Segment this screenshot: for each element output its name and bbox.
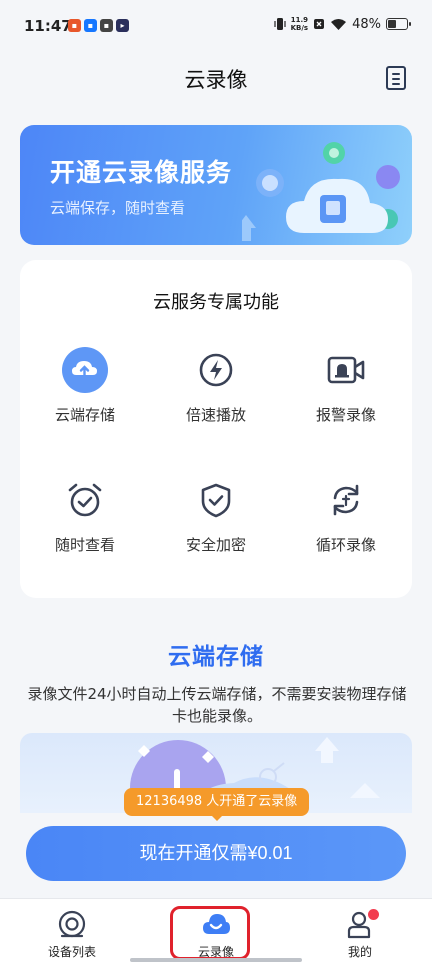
subscription-banner[interactable]: 开通云录像服务 云端保存，随时查看: [20, 125, 412, 245]
feature-cloud-storage[interactable]: 云端存储: [20, 346, 150, 456]
feature-label: 倍速播放: [185, 406, 246, 424]
feature-label: 随时查看: [54, 536, 115, 554]
feature-alarm-recording[interactable]: 报警录像: [281, 346, 411, 456]
home-indicator[interactable]: [130, 958, 302, 962]
lightning-icon: [192, 346, 240, 394]
banner-subtitle: 云端保存，随时查看: [50, 199, 186, 217]
features-card: 云服务专属功能 云端存储 倍速播放 报警录像 随时查看 安全加密 循环录像: [20, 260, 412, 598]
section-title: 云端存储: [168, 644, 264, 670]
vibrate-icon: [274, 18, 286, 30]
feature-label: 安全加密: [185, 536, 246, 554]
no-sim-icon: [314, 19, 325, 29]
battery-level: [388, 20, 397, 28]
app-notification-icon: ▪: [68, 19, 81, 32]
feature-security-encryption[interactable]: 安全加密: [151, 476, 281, 586]
status-bar: 11:47 ▪ ▪ ▪ ▸ 11.9 KB/s 48%: [0, 0, 432, 52]
tab-device-list[interactable]: 设备列表: [0, 899, 144, 964]
tab-profile[interactable]: 我的: [288, 899, 432, 964]
battery-icon: [386, 18, 411, 30]
alipay-notification-icon: ▪: [84, 19, 97, 32]
section-description: 录像文件24小时自动上传云端存储，不需要安装物理存储卡也能录像。: [27, 685, 407, 725]
cloud-illustration-icon: [242, 142, 400, 241]
network-speed: 11.9 KB/s: [290, 16, 309, 32]
notification-dot: [368, 909, 379, 920]
feature-view-anytime[interactable]: 随时查看: [20, 476, 150, 586]
feature-loop-recording[interactable]: 循环录像: [281, 476, 411, 586]
feature-speed-playback[interactable]: 倍速播放: [151, 346, 281, 456]
tab-label: 设备列表: [47, 945, 96, 959]
status-right: 11.9 KB/s 48%: [274, 16, 411, 32]
cycle-icon: [322, 476, 370, 524]
page-title: 云录像: [184, 68, 248, 92]
page-header: 云录像: [0, 52, 432, 104]
features-title: 云服务专属功能: [153, 292, 279, 313]
alarm-clock-icon: [61, 476, 109, 524]
feature-label: 循环录像: [315, 536, 376, 554]
notification-icons: ▪ ▪ ▪ ▸: [68, 19, 129, 32]
status-time: 11:47: [24, 17, 72, 35]
device-list-icon: [58, 910, 86, 938]
subscribe-button[interactable]: 现在开通仅需¥0.01: [26, 826, 406, 881]
banner-title: 开通云录像服务: [50, 158, 233, 187]
feature-label: 报警录像: [315, 406, 376, 424]
feature-label: 云端存储: [54, 406, 115, 424]
active-tab-highlight: [170, 906, 250, 960]
video-notification-icon: ▸: [116, 19, 129, 32]
tab-label: 我的: [347, 945, 372, 959]
sync-notification-icon: ▪: [100, 19, 113, 32]
cloud-upload-icon: [61, 346, 109, 394]
alarm-camera-icon: [322, 346, 370, 394]
record-list-button[interactable]: [386, 66, 406, 90]
shield-check-icon: [192, 476, 240, 524]
subscriber-count-badge: 12136498 人开通了云录像: [124, 788, 310, 821]
wifi-icon: [331, 18, 347, 30]
battery-percent: 48%: [352, 16, 381, 32]
